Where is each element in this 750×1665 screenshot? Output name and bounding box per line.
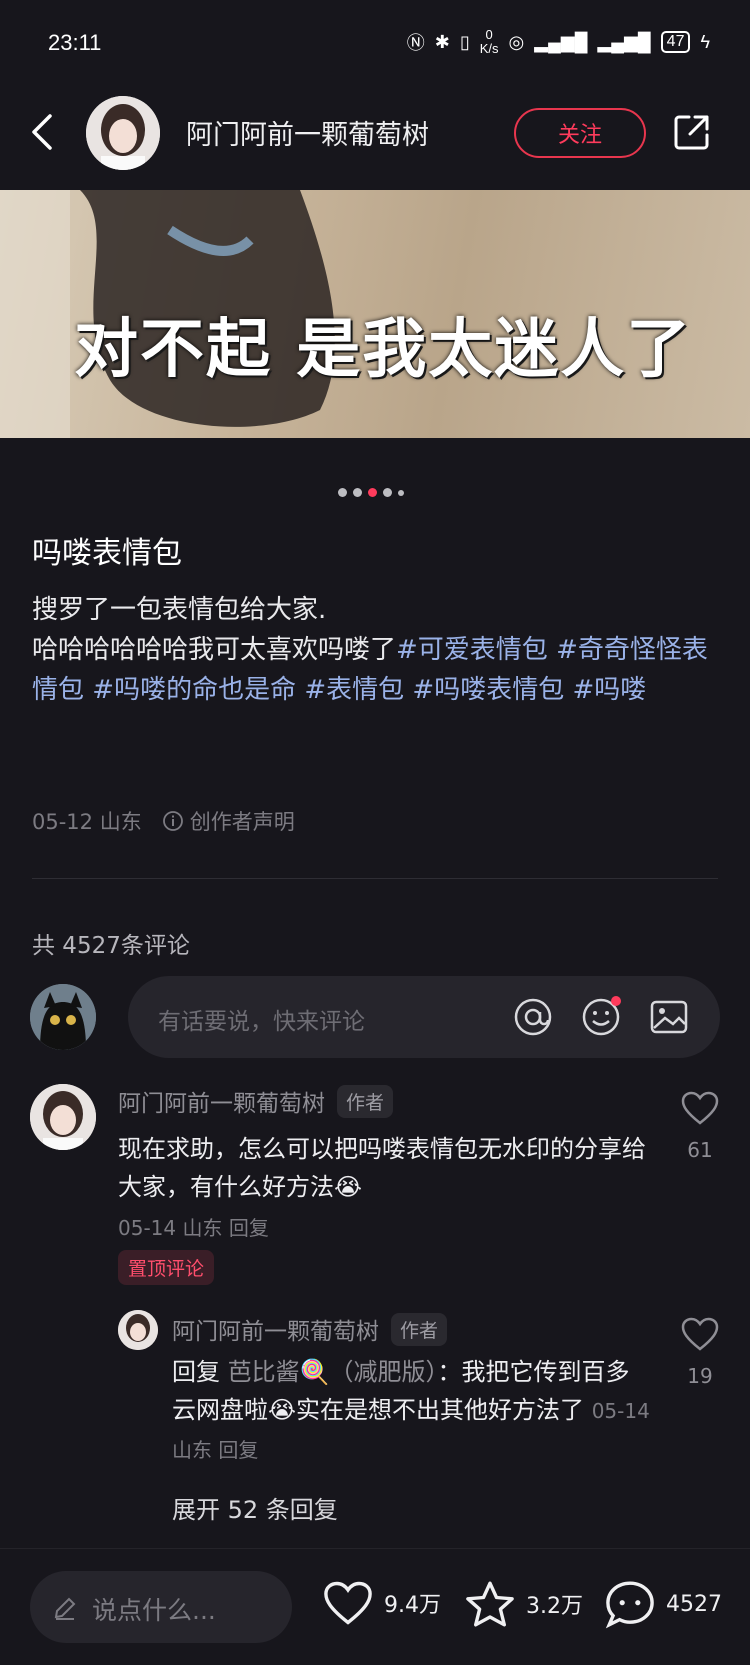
bluetooth-icon: ✱ xyxy=(434,31,450,52)
pencil-icon xyxy=(54,1597,76,1620)
author-badge: 作者 xyxy=(391,1312,448,1346)
signal-2-icon: ▂▄▆█ xyxy=(597,31,651,52)
page-indicator xyxy=(338,488,404,497)
commenter-name[interactable]: 阿门阿前一颗葡萄树 xyxy=(118,1084,325,1118)
hashtag[interactable]: #吗喽的命也是命 xyxy=(92,675,296,705)
emoji-icon[interactable] xyxy=(580,996,622,1038)
comment-text: 现在求助，怎么可以把吗喽表情包无水印的分享给大家，有什么好方法😭 xyxy=(118,1135,646,1201)
reply-name[interactable]: 阿门阿前一颗葡萄树 xyxy=(172,1312,379,1346)
divider xyxy=(32,878,718,879)
heart-icon[interactable] xyxy=(680,1316,720,1352)
signal-1-icon: ▂▄▆█ xyxy=(534,31,588,52)
post-date-location: 05-12 山东 xyxy=(32,810,142,834)
image-caption: 对不起 是我太迷人了 xyxy=(74,313,693,387)
creator-declaration[interactable]: 创作者声明 xyxy=(162,806,295,836)
my-avatar xyxy=(30,984,96,1050)
follow-button[interactable]: 关注 xyxy=(514,108,646,158)
page-dot xyxy=(398,489,404,496)
share-icon[interactable] xyxy=(672,112,712,152)
bottom-action-bar: 说点什么... 9.4万 3.2万 4527 xyxy=(0,1548,750,1665)
hashtag[interactable]: #吗喽 xyxy=(572,675,646,705)
hashtag[interactable]: #可爱表情包 xyxy=(396,635,548,665)
reply-text: 回复 芭比酱🍭（减肥版）：我把它传到百多云网盘啦😭实在是想不出其他好方法了 05… xyxy=(172,1353,652,1469)
vibrate-icon: ▯ xyxy=(459,31,470,52)
say-something-input[interactable]: 说点什么... xyxy=(30,1571,292,1643)
page-dot xyxy=(338,488,347,497)
comment-total: 4527 xyxy=(666,1591,722,1617)
info-icon xyxy=(162,811,183,831)
author-avatar[interactable] xyxy=(86,96,160,170)
post-image[interactable]: 对不起 是我太迷人了 xyxy=(0,190,750,438)
reply-to-user[interactable]: 芭比酱🍭（减肥版） xyxy=(228,1358,438,1386)
comment-meta[interactable]: 05-14 山东 回复 xyxy=(118,1212,269,1241)
reply-header: 阿门阿前一颗葡萄树 作者 xyxy=(172,1312,448,1346)
back-icon[interactable] xyxy=(28,112,58,152)
reply-prefix: 回复 xyxy=(172,1358,220,1386)
say-placeholder: 说点什么... xyxy=(92,1596,216,1625)
status-icons: Ⓝ ✱ ▯ 0 K/s ◎ ▂▄▆█ ▂▄▆█ 47 ϟ xyxy=(407,28,710,56)
battery-icon: 47 xyxy=(660,31,691,53)
comment-placeholder: 有话要说，快来评论 xyxy=(158,1009,365,1035)
clock: 23:11 xyxy=(48,30,102,55)
status-bar: 23:11 Ⓝ ✱ ▯ 0 K/s ◎ ▂▄▆█ ▂▄▆█ 47 ϟ xyxy=(0,0,750,92)
post-meta: 05-12 山东 创作者声明 xyxy=(32,806,295,836)
favorite-button[interactable]: 3.2万 xyxy=(464,1579,583,1629)
comment-header: 阿门阿前一颗葡萄树 作者 xyxy=(118,1084,394,1118)
comment-bubble-icon xyxy=(605,1581,654,1629)
favorite-total: 3.2万 xyxy=(526,1594,583,1619)
like-count: 61 xyxy=(687,1138,713,1162)
like-button[interactable]: 9.4万 xyxy=(322,1579,441,1627)
mention-icon[interactable] xyxy=(512,996,554,1038)
star-icon xyxy=(466,1581,514,1627)
nfc-icon: Ⓝ xyxy=(406,33,425,53)
like-total: 9.4万 xyxy=(384,1593,441,1618)
pinned-badge: 置顶评论 xyxy=(118,1250,215,1285)
author-name[interactable]: 阿门阿前一颗葡萄树 xyxy=(186,113,429,152)
hashtag[interactable]: #吗喽表情包 xyxy=(412,675,564,705)
post-body: 搜罗了一包表情包给大家. 哈哈哈哈哈哈我可太喜欢吗喽了#可爱表情包 #奇奇怪怪表… xyxy=(32,590,722,710)
heart-icon xyxy=(324,1581,372,1625)
post-line-1: 搜罗了一包表情包给大家. xyxy=(32,595,327,625)
comment-button[interactable]: 4527 xyxy=(604,1579,722,1629)
page-dot xyxy=(353,488,362,497)
page-dot xyxy=(383,488,392,497)
post-line-2-text: 哈哈哈哈哈哈我可太喜欢吗喽了 xyxy=(32,635,397,665)
hashtag[interactable]: #表情包 xyxy=(304,675,404,705)
comment-input[interactable]: 有话要说，快来评论 xyxy=(128,976,720,1058)
image-icon[interactable] xyxy=(648,996,690,1038)
post-title: 吗喽表情包 xyxy=(32,536,182,571)
network-speed: 0 K/s xyxy=(479,27,499,56)
author-badge: 作者 xyxy=(337,1084,394,1118)
like-count: 19 xyxy=(687,1364,713,1388)
charging-icon: ϟ xyxy=(700,31,710,52)
page-dot-active xyxy=(368,488,377,497)
post-line-2: 哈哈哈哈哈哈我可太喜欢吗喽了#可爱表情包 #奇奇怪怪表情包 #吗喽的命也是命 #… xyxy=(32,630,722,710)
reply-avatar[interactable] xyxy=(118,1310,158,1350)
commenter-avatar[interactable] xyxy=(30,1084,96,1150)
heart-icon[interactable] xyxy=(680,1090,720,1126)
expand-replies-link[interactable]: 展开 52 条回复 xyxy=(172,1490,338,1525)
hotspot-icon: ◎ xyxy=(508,31,525,52)
comment-count: 共 4527条评论 xyxy=(32,933,190,959)
